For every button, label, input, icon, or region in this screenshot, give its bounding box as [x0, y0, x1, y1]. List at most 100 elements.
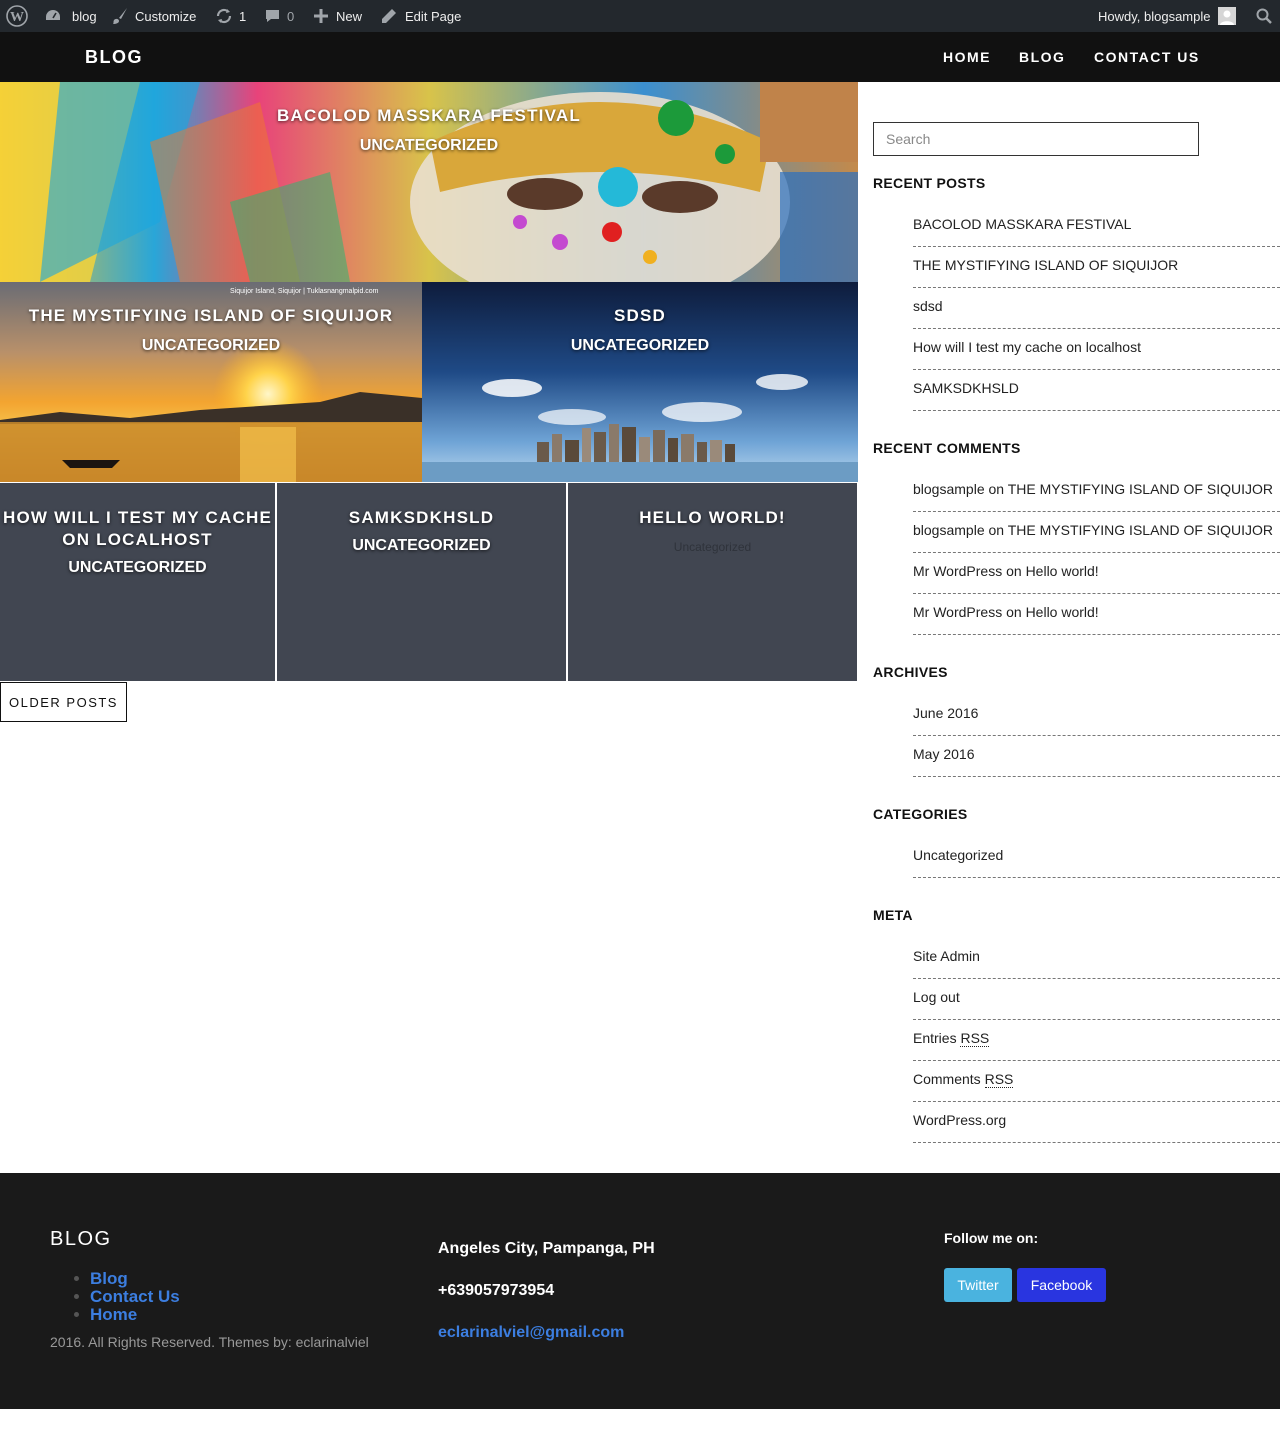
admin-bar-site[interactable]: blog — [44, 0, 97, 32]
site-title[interactable]: BLOG — [85, 47, 143, 68]
image-caption: Siquijor Island, Siquijor | Tuklasnangma… — [230, 288, 379, 295]
recent-post-link[interactable]: BACOLOD MASSKARA FESTIVAL — [913, 206, 1280, 247]
comment-on: on — [988, 481, 1005, 497]
admin-bar-edit-page[interactable]: Edit Page — [381, 0, 461, 32]
bullet — [74, 1312, 79, 1317]
footer-link-home[interactable]: Home — [90, 1305, 137, 1325]
post-category[interactable]: UNCATEGORIZED — [0, 559, 275, 577]
post-tile-sdsd[interactable]: SDSD UNCATEGORIZED — [422, 282, 858, 482]
admin-bar-new-label: New — [336, 8, 363, 24]
post-category[interactable]: UNCATEGORIZED — [277, 537, 566, 555]
comment-post-link[interactable]: Hello world! — [1026, 563, 1099, 579]
log-out-link[interactable]: Log out — [913, 979, 1280, 1020]
post-title[interactable]: HELLO WORLD! — [568, 507, 857, 529]
comment-author[interactable]: blogsample — [913, 522, 985, 538]
comments-count: 0 — [287, 8, 295, 24]
comment-author[interactable]: blogsample — [913, 481, 985, 497]
recent-post-link[interactable]: THE MYSTIFYING ISLAND OF SIQUIJOR — [913, 247, 1280, 288]
search-input[interactable] — [873, 122, 1199, 156]
post-category[interactable]: UNCATEGORIZED — [0, 137, 858, 155]
admin-bar-customize-label: Customize — [135, 8, 197, 24]
brush-icon — [113, 8, 127, 24]
post-tile-siquijor[interactable]: Siquijor Island, Siquijor | Tuklasnangma… — [0, 282, 422, 482]
wordpress-org-link[interactable]: WordPress.org — [913, 1102, 1280, 1143]
site-header: BLOG HOME BLOG CONTACT US — [0, 32, 1280, 82]
twitter-button[interactable]: Twitter — [944, 1268, 1012, 1302]
facebook-button[interactable]: Facebook — [1017, 1268, 1106, 1302]
svg-text:W: W — [10, 10, 24, 25]
comment-on: on — [1006, 563, 1022, 579]
recent-comments-title: RECENT COMMENTS — [873, 440, 1021, 456]
comment-author[interactable]: Mr WordPress — [913, 563, 1002, 579]
post-tile-bacolod[interactable]: BACOLOD MASSKARA FESTIVAL UNCATEGORIZED — [0, 82, 858, 282]
post-title[interactable]: BACOLOD MASSKARA FESTIVAL — [0, 105, 858, 127]
recent-post-link[interactable]: How will I test my cache on localhost — [913, 329, 1280, 370]
admin-bar-new[interactable]: New — [314, 0, 362, 32]
archive-link[interactable]: June 2016 — [913, 695, 1280, 736]
recent-posts-title: RECENT POSTS — [873, 175, 986, 191]
recent-comment: blogsample on THE MYSTIFYING ISLAND OF S… — [913, 471, 1280, 512]
recent-post-link[interactable]: SAMKSDKHSLD — [913, 370, 1280, 411]
recent-post-link[interactable]: sdsd — [913, 288, 1280, 329]
site-admin-link[interactable]: Site Admin — [913, 938, 1280, 979]
howdy-text: Howdy, blogsample — [1098, 8, 1211, 24]
footer-phone: +639057973954 — [438, 1282, 555, 1299]
entries-rss-link[interactable]: Entries RSS — [913, 1020, 1280, 1061]
footer-address: Angeles City, Pampanga, PH — [438, 1240, 655, 1257]
archive-link[interactable]: May 2016 — [913, 736, 1280, 777]
admin-bar-comments[interactable]: 0 — [264, 0, 294, 32]
comment-post-link[interactable]: THE MYSTIFYING ISLAND OF SIQUIJOR — [1008, 522, 1273, 538]
footer-email-link[interactable]: eclarinalviel@gmail.com — [438, 1324, 624, 1342]
comment-author[interactable]: Mr WordPress — [913, 604, 1002, 620]
category-link[interactable]: Uncategorized — [913, 837, 1280, 878]
footer-title: BLOG — [50, 1228, 112, 1250]
avatar — [1218, 7, 1237, 25]
bullet — [74, 1294, 79, 1299]
post-category[interactable]: UNCATEGORIZED — [422, 337, 858, 355]
admin-bar: W blog Customize 1 0 New Edit Page Howdy… — [0, 0, 1280, 32]
post-tile-samksdkhsld[interactable]: SAMKSDKHSLD UNCATEGORIZED — [277, 483, 566, 681]
admin-bar-updates[interactable]: 1 — [215, 0, 246, 32]
nav-home[interactable]: HOME — [943, 49, 991, 65]
post-tile-cache[interactable]: HOW WILL I TEST MY CACHE ON LOCALHOST UN… — [0, 483, 275, 681]
archives-title: ARCHIVES — [873, 664, 948, 680]
comment-icon — [266, 10, 279, 22]
post-category[interactable]: Uncategorized — [568, 540, 857, 554]
older-posts-button[interactable]: OLDER POSTS — [0, 682, 127, 722]
pencil-icon — [382, 9, 396, 23]
post-tile-hello-world[interactable]: HELLO WORLD! Uncategorized — [568, 483, 857, 681]
admin-bar-customize[interactable]: Customize — [111, 0, 196, 32]
post-title[interactable]: HOW WILL I TEST MY CACHE ON LOCALHOST — [0, 507, 275, 551]
comment-on: on — [988, 522, 1005, 538]
post-title[interactable]: THE MYSTIFYING ISLAND OF SIQUIJOR — [0, 305, 422, 327]
footer-link-contact-us[interactable]: Contact Us — [90, 1287, 180, 1307]
nav-contact-us[interactable]: CONTACT US — [1094, 49, 1200, 65]
dashboard-icon — [46, 10, 60, 20]
plus-icon — [314, 9, 328, 23]
admin-bar-edit-page-label: Edit Page — [405, 8, 462, 24]
rss-abbr: RSS — [960, 1030, 990, 1047]
comment-post-link[interactable]: THE MYSTIFYING ISLAND OF SIQUIJOR — [1008, 481, 1273, 497]
recent-comment: Mr WordPress on Hello world! — [913, 553, 1280, 594]
refresh-icon — [216, 8, 232, 24]
admin-bar-site-label: blog — [72, 8, 97, 24]
search-icon[interactable] — [1256, 0, 1272, 32]
rss-abbr: RSS — [984, 1071, 1014, 1088]
comment-post-link[interactable]: Hello world! — [1026, 604, 1099, 620]
recent-comment: Mr WordPress on Hello world! — [913, 594, 1280, 635]
entries-label: Entries — [913, 1030, 957, 1046]
follow-label: Follow me on: — [944, 1230, 1039, 1246]
nav-blog[interactable]: BLOG — [1019, 49, 1065, 65]
comment-on: on — [1006, 604, 1022, 620]
comments-rss-link[interactable]: Comments RSS — [913, 1061, 1280, 1102]
comments-label: Comments — [913, 1071, 981, 1087]
footer-link-blog[interactable]: Blog — [90, 1269, 128, 1289]
meta-title: META — [873, 907, 913, 923]
updates-count: 1 — [239, 8, 247, 24]
wordpress-logo-icon[interactable]: W — [6, 0, 28, 32]
post-title[interactable]: SDSD — [422, 305, 858, 327]
post-category[interactable]: UNCATEGORIZED — [0, 337, 422, 355]
post-title[interactable]: SAMKSDKHSLD — [277, 507, 566, 529]
admin-bar-account[interactable]: Howdy, blogsample — [1098, 0, 1237, 32]
categories-title: CATEGORIES — [873, 806, 968, 822]
